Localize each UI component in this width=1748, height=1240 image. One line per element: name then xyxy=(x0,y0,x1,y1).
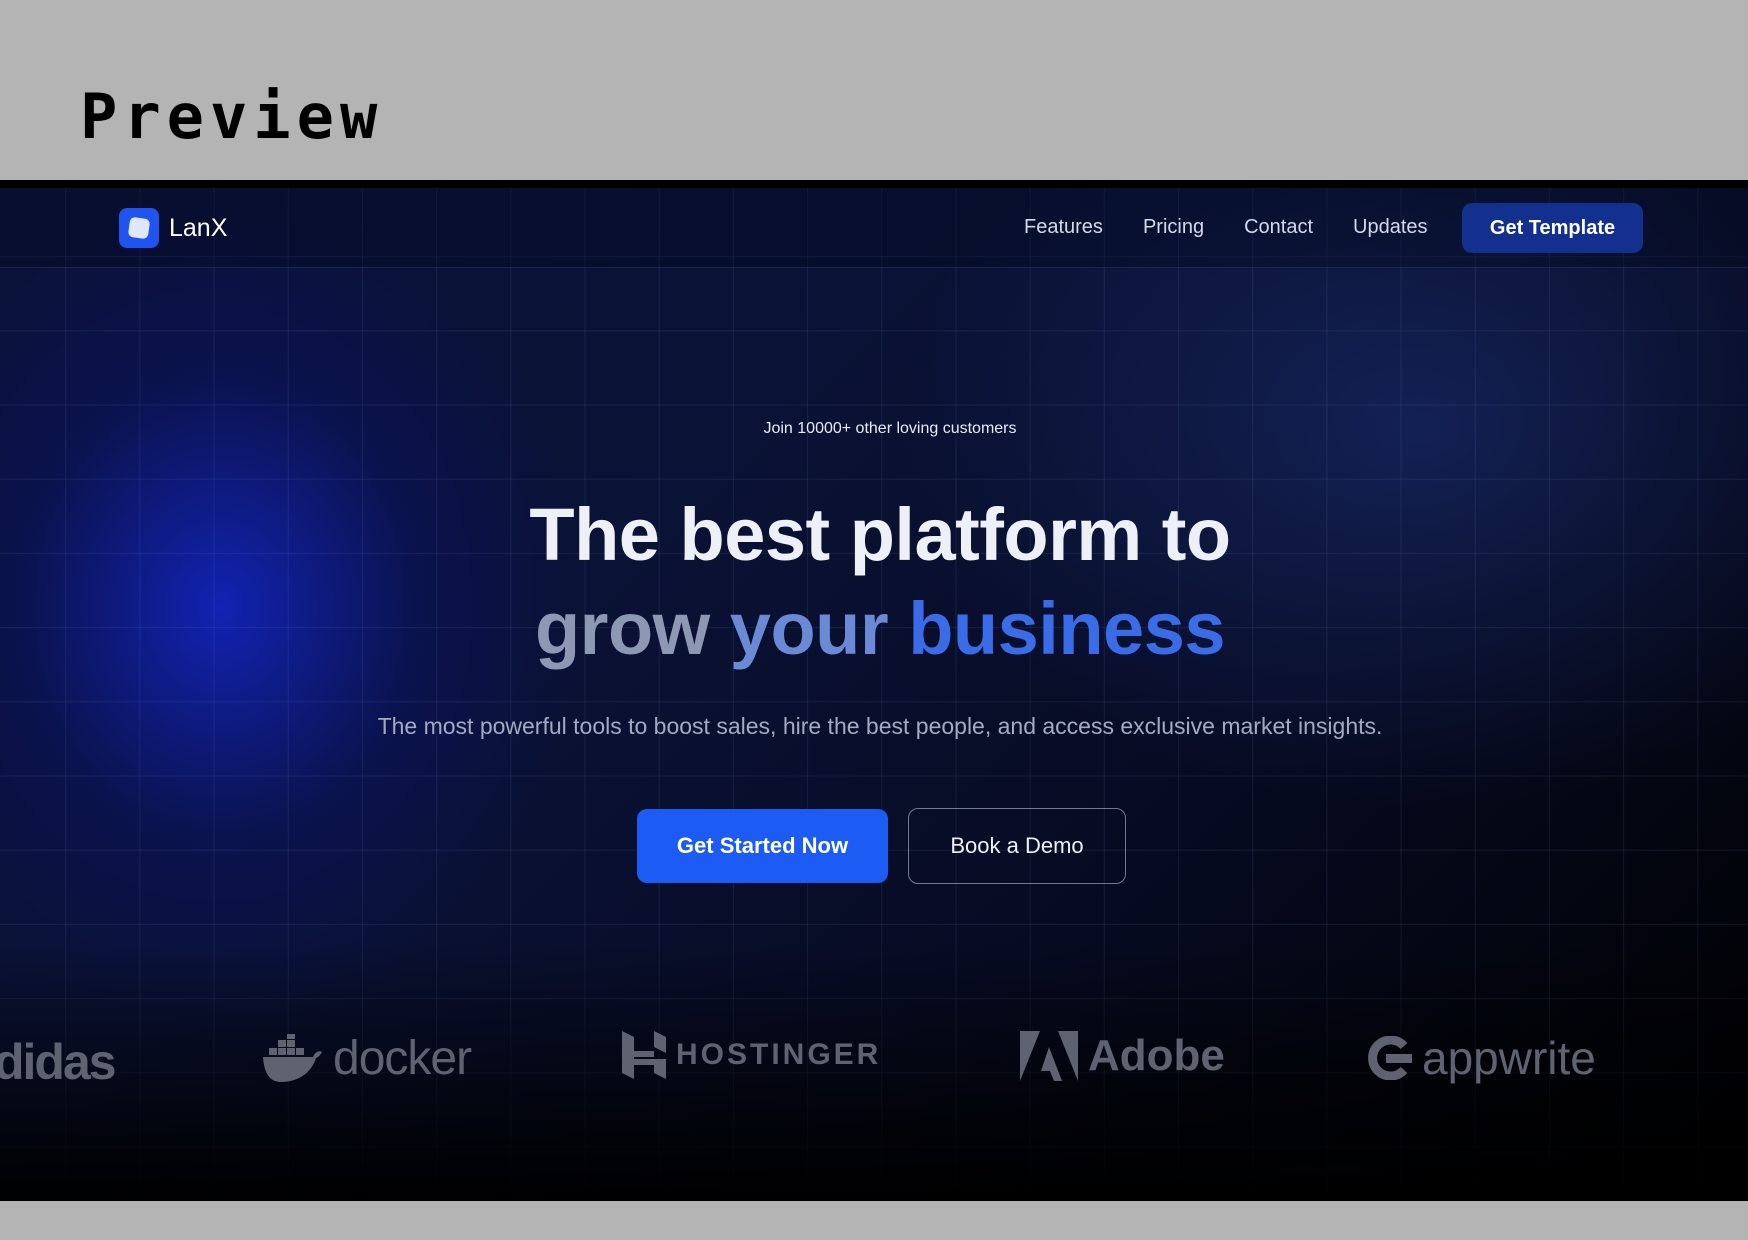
appwrite-logo: appwrite xyxy=(1364,1031,1596,1085)
adidas-logo: didas xyxy=(0,1033,117,1091)
docker-whale-icon xyxy=(263,1033,322,1082)
adobe-logo: Adobe xyxy=(1020,1031,1225,1081)
headline-word-your: your xyxy=(729,587,889,670)
docker-logo: docker xyxy=(261,1031,472,1086)
appwrite-wordmark: appwrite xyxy=(1422,1032,1596,1084)
preview-divider xyxy=(0,180,1748,188)
docker-wordmark: docker xyxy=(333,1032,472,1085)
nav-link-contact[interactable]: Contact xyxy=(1244,216,1313,239)
hostinger-wordmark: HOSTINGER xyxy=(676,1038,882,1071)
adidas-wordmark: didas xyxy=(0,1034,117,1090)
nav-link-features[interactable]: Features xyxy=(1024,216,1103,239)
hero-headline-line1: The best platform to xyxy=(529,493,1231,576)
adobe-a-icon xyxy=(1020,1031,1078,1081)
nav-links: Features Pricing Contact Updates xyxy=(1024,216,1428,239)
nav-link-pricing[interactable]: Pricing xyxy=(1143,216,1204,239)
hero-tagline: Join 10000+ other loving customers xyxy=(763,420,1017,437)
hero-headline-line2: grow your business xyxy=(0,586,1748,671)
hero-subtitle: The most powerful tools to boost sales, … xyxy=(377,713,1383,739)
appwrite-icon xyxy=(1368,1036,1412,1080)
get-started-button[interactable]: Get Started Now xyxy=(637,809,888,883)
nav-link-updates[interactable]: Updates xyxy=(1353,216,1428,239)
preview-title: Preview xyxy=(80,80,384,153)
navbar: LanX Features Pricing Contact Updates Ge… xyxy=(0,188,1748,268)
landing-page: LanX Features Pricing Contact Updates Ge… xyxy=(0,188,1748,1201)
brand-name: LanX xyxy=(169,213,228,242)
get-template-button[interactable]: Get Template xyxy=(1462,203,1643,253)
preview-band: Preview xyxy=(0,0,1748,180)
brand-logo[interactable]: LanX xyxy=(119,208,227,248)
lanx-logo-icon xyxy=(119,208,159,248)
headline-word-grow: grow xyxy=(534,587,710,670)
book-demo-button[interactable]: Book a Demo xyxy=(908,808,1126,884)
partner-logos: didas docker HOSTINGER Adobe appwrite xyxy=(0,1023,1748,1093)
hostinger-h-icon xyxy=(622,1031,666,1079)
hostinger-logo: HOSTINGER xyxy=(622,1031,881,1079)
adobe-wordmark: Adobe xyxy=(1088,1031,1225,1080)
headline-word-business: business xyxy=(908,587,1226,670)
